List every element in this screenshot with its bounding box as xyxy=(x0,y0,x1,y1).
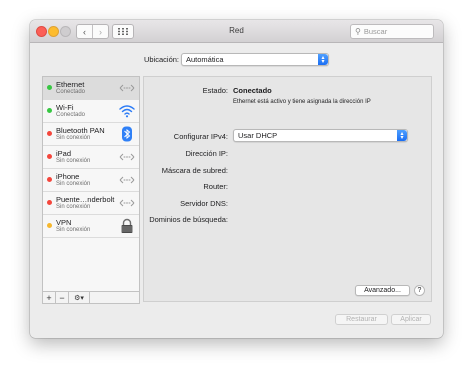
service-name: Bluetooth PAN xyxy=(56,126,105,135)
chevron-updown-icon: ▴ ▾ xyxy=(397,130,407,141)
service-item[interactable]: Bluetooth PAN Sin conexión xyxy=(43,123,139,146)
service-item[interactable]: Wi-Fi Conectado xyxy=(43,100,139,123)
status-description: Ethernet está activo y tiene asignada la… xyxy=(233,99,371,105)
status-dot-icon xyxy=(47,223,52,228)
chevron-updown-icon: ▴ ▾ xyxy=(318,54,328,65)
search-domains-label: Dominios de búsqueda: xyxy=(149,215,228,224)
status-dot-icon xyxy=(47,108,52,113)
configure-ipv4-label: Configurar IPv4: xyxy=(173,132,228,141)
service-item[interactable]: Puente…nderbolt Sin conexión xyxy=(43,192,139,215)
remove-service-button[interactable]: − xyxy=(56,292,69,303)
configure-ipv4-popup[interactable]: Usar DHCP ▴ ▾ xyxy=(233,129,408,142)
network-preferences-window: ‹ › Red ⚲ Buscar Ubicación: Automática ▴… xyxy=(30,20,443,338)
service-name: iPhone xyxy=(56,172,80,181)
service-item[interactable]: Ethernet Conectado xyxy=(43,77,139,100)
service-name: iPad xyxy=(56,149,72,158)
search-placeholder: Buscar xyxy=(363,27,388,36)
search-icon: ⚲ xyxy=(355,27,361,36)
status-dot-icon xyxy=(47,85,52,90)
location-value: Automática xyxy=(186,55,224,64)
subnet-mask-label: Máscara de subred: xyxy=(161,166,228,175)
service-name: VPN xyxy=(56,218,72,227)
advanced-button[interactable]: Avanzado... xyxy=(355,285,410,296)
add-service-button[interactable]: + xyxy=(43,292,56,303)
service-status: Sin conexión xyxy=(56,181,91,187)
status-label: Estado: xyxy=(202,86,228,95)
service-status: Sin conexión xyxy=(56,227,91,233)
service-status: Sin conexión xyxy=(56,135,91,141)
bluetooth-icon xyxy=(118,126,136,142)
service-status: Sin conexión xyxy=(56,204,91,210)
service-status: Conectado xyxy=(56,112,86,118)
service-item[interactable]: iPad Sin conexión xyxy=(43,146,139,169)
help-button[interactable]: ? xyxy=(414,285,425,296)
ethernet-icon xyxy=(118,172,136,188)
ethernet-icon xyxy=(118,80,136,96)
service-item[interactable]: iPhone Sin conexión xyxy=(43,169,139,192)
ip-address-label: Dirección IP: xyxy=(185,149,228,158)
search-field[interactable]: ⚲ Buscar xyxy=(350,24,434,39)
wifi-icon xyxy=(118,103,136,119)
gear-menu-button[interactable]: ⚙▾ xyxy=(69,292,90,303)
title-bar: ‹ › Red ⚲ Buscar xyxy=(30,20,443,43)
lock-icon xyxy=(118,218,136,234)
configure-ipv4-value: Usar DHCP xyxy=(238,131,278,140)
status-value: Conectado xyxy=(233,86,272,95)
ethernet-icon xyxy=(118,149,136,165)
router-label: Router: xyxy=(203,182,228,191)
service-name: Puente…nderbolt xyxy=(56,195,115,204)
service-item[interactable]: VPN Sin conexión xyxy=(43,215,139,238)
service-status: Conectado xyxy=(56,89,86,95)
location-popup[interactable]: Automática ▴ ▾ xyxy=(181,53,329,66)
service-list: Ethernet Conectado Wi-Fi Conectado Bluetooth… xyxy=(42,76,140,304)
status-dot-icon xyxy=(47,154,52,159)
ethernet-icon xyxy=(118,195,136,211)
service-list-toolbar: + − ⚙▾ xyxy=(43,291,139,303)
location-label: Ubicación: xyxy=(144,55,180,64)
dns-server-label: Servidor DNS: xyxy=(180,199,228,208)
service-name: Ethernet xyxy=(56,80,85,89)
status-dot-icon xyxy=(47,200,52,205)
status-dot-icon xyxy=(47,131,52,136)
revert-button[interactable]: Restaurar xyxy=(335,314,388,325)
apply-button[interactable]: Aplicar xyxy=(391,314,431,325)
status-dot-icon xyxy=(47,177,52,182)
service-name: Wi-Fi xyxy=(56,103,74,112)
service-status: Sin conexión xyxy=(56,158,91,164)
